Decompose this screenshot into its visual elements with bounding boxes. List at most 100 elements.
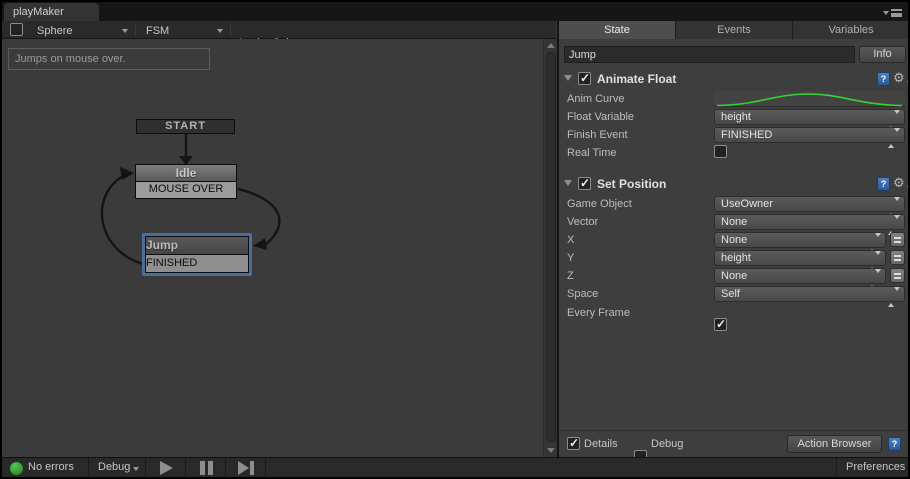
y-dropdown[interactable]: height — [714, 250, 886, 271]
tab-variables[interactable]: Variables — [793, 21, 908, 39]
z-dropdown[interactable]: None — [714, 268, 886, 289]
chevron-down-icon — [133, 467, 139, 471]
details-checkbox[interactable] — [567, 436, 580, 450]
statusbar-divider — [265, 458, 266, 477]
scrollbar-thumb[interactable] — [546, 52, 556, 442]
help-book-icon[interactable]: ? — [877, 177, 890, 191]
fsm-graph-canvas[interactable]: Jumps on mouse over. START Idle MOUSE OV… — [2, 39, 543, 457]
preferences-button[interactable]: Preferences — [846, 461, 905, 473]
finish-event-label: Finish Event — [567, 129, 628, 141]
action-browser-button[interactable]: Action Browser — [787, 435, 882, 453]
vector-value: None — [721, 216, 748, 228]
state-node-start[interactable]: START — [136, 119, 235, 134]
vector-dropdown[interactable]: None — [714, 214, 905, 235]
playmaker-window: playMaker Sphere FSM Lock Select Jumps o… — [0, 0, 910, 479]
scroll-up-icon[interactable] — [547, 43, 555, 48]
y-value: height — [721, 252, 751, 264]
chevron-down-icon — [122, 29, 128, 33]
window-menu-icon[interactable] — [883, 9, 902, 20]
y-label: Y — [567, 252, 575, 264]
set-position-title: Set Position — [597, 177, 667, 191]
z-value: None — [721, 270, 748, 282]
state-node-jump-selected[interactable]: Jump FINISHED — [142, 233, 252, 276]
anim-curve-graph — [716, 93, 903, 107]
set-position-enabled-checkbox[interactable] — [578, 176, 591, 190]
debug-mode-dropdown[interactable]: Debug — [88, 458, 145, 477]
finish-event-value: FINISHED — [721, 129, 773, 141]
dropdown-arrows-icon — [888, 197, 900, 217]
gameobject-dropdown-value: Sphere — [37, 25, 73, 37]
dropdown-arrows-icon — [869, 233, 881, 253]
space-dropdown[interactable]: Self — [714, 286, 905, 307]
title-strip: playMaker — [2, 2, 908, 21]
state-node-idle[interactable]: Idle MOUSE OVER — [135, 164, 237, 199]
play-icon — [160, 461, 173, 475]
dropdown-arrows-icon — [888, 215, 900, 235]
dropdown-arrows-icon — [888, 110, 900, 130]
space-label: Space — [567, 288, 599, 300]
error-status-text: No errors — [28, 461, 74, 473]
y-variable-toggle-button[interactable] — [890, 250, 905, 265]
x-variable-toggle-button[interactable] — [890, 232, 905, 247]
x-label: X — [567, 234, 575, 246]
scroll-down-icon[interactable] — [547, 448, 555, 453]
inspector-footer: Details Debug Action Browser ? — [559, 430, 908, 463]
float-variable-value: height — [721, 111, 751, 123]
jump-node-title: Jump — [146, 237, 248, 255]
play-button[interactable] — [145, 458, 185, 477]
step-icon-bar — [250, 461, 254, 475]
real-time-label: Real Time — [567, 147, 617, 159]
float-variable-dropdown[interactable]: height — [714, 109, 905, 130]
tab-state[interactable]: State — [559, 21, 675, 39]
idle-node-transition[interactable]: MOUSE OVER — [136, 182, 236, 198]
animate-float-enabled-checkbox[interactable] — [578, 71, 591, 85]
details-label: Details — [584, 438, 618, 450]
info-button[interactable]: Info — [859, 46, 906, 63]
finish-event-dropdown[interactable]: FINISHED — [714, 127, 905, 148]
fsm-dropdown-value: FSM — [146, 25, 170, 37]
debug-label: Debug — [651, 438, 684, 450]
dropdown-arrows-icon — [888, 287, 900, 307]
jump-node-body: Jump FINISHED — [145, 236, 249, 273]
gear-icon[interactable]: ⚙ — [893, 176, 908, 190]
jump-node-transition[interactable]: FINISHED — [146, 255, 248, 272]
tab-events[interactable]: Events — [676, 21, 792, 39]
pause-icon — [200, 461, 213, 475]
fsm-dropdown[interactable]: FSM — [139, 21, 229, 39]
transition-arrows — [100, 134, 281, 266]
z-label: Z — [567, 270, 574, 282]
x-dropdown[interactable]: None — [714, 232, 886, 253]
fsm-enabled-checkbox[interactable] — [10, 23, 23, 36]
state-name-input[interactable] — [564, 46, 855, 63]
status-bar: No errors Debug Preferences — [2, 457, 908, 477]
action-header-animate-float[interactable]: Animate Float ? ⚙ — [559, 71, 908, 87]
every-frame-label: Every Frame — [567, 307, 630, 319]
real-time-checkbox[interactable] — [714, 145, 727, 158]
pause-button[interactable] — [185, 458, 225, 477]
every-frame-checkbox[interactable] — [714, 317, 727, 331]
graph-vertical-scrollbar[interactable] — [543, 39, 557, 457]
foldout-triangle-icon[interactable] — [564, 75, 572, 81]
playmaker-tab[interactable]: playMaker — [4, 3, 99, 21]
idle-node-title: Idle — [136, 165, 236, 182]
statusbar-divider — [836, 458, 837, 477]
graph-toolbar: Sphere FSM Lock Select — [2, 21, 556, 49]
game-object-dropdown[interactable]: UseOwner — [714, 196, 905, 217]
z-variable-toggle-button[interactable] — [890, 268, 905, 283]
game-object-value: UseOwner — [721, 198, 773, 210]
game-object-label: Game Object — [567, 198, 632, 210]
vector-label: Vector — [567, 216, 599, 228]
dropdown-arrows-icon — [888, 128, 900, 148]
gear-icon[interactable]: ⚙ — [893, 71, 908, 85]
foldout-triangle-icon[interactable] — [564, 180, 572, 186]
help-book-icon[interactable]: ? — [888, 437, 901, 451]
action-header-set-position[interactable]: Set Position ? ⚙ — [559, 176, 908, 192]
help-book-icon[interactable]: ? — [877, 72, 890, 86]
gameobject-dropdown[interactable]: Sphere — [30, 21, 134, 39]
space-value: Self — [721, 288, 740, 300]
anim-curve-field[interactable] — [714, 91, 905, 107]
chevron-down-icon — [217, 29, 223, 33]
step-button[interactable] — [225, 458, 265, 477]
step-icon — [238, 461, 249, 475]
playmaker-tab-label: playMaker — [13, 6, 64, 18]
